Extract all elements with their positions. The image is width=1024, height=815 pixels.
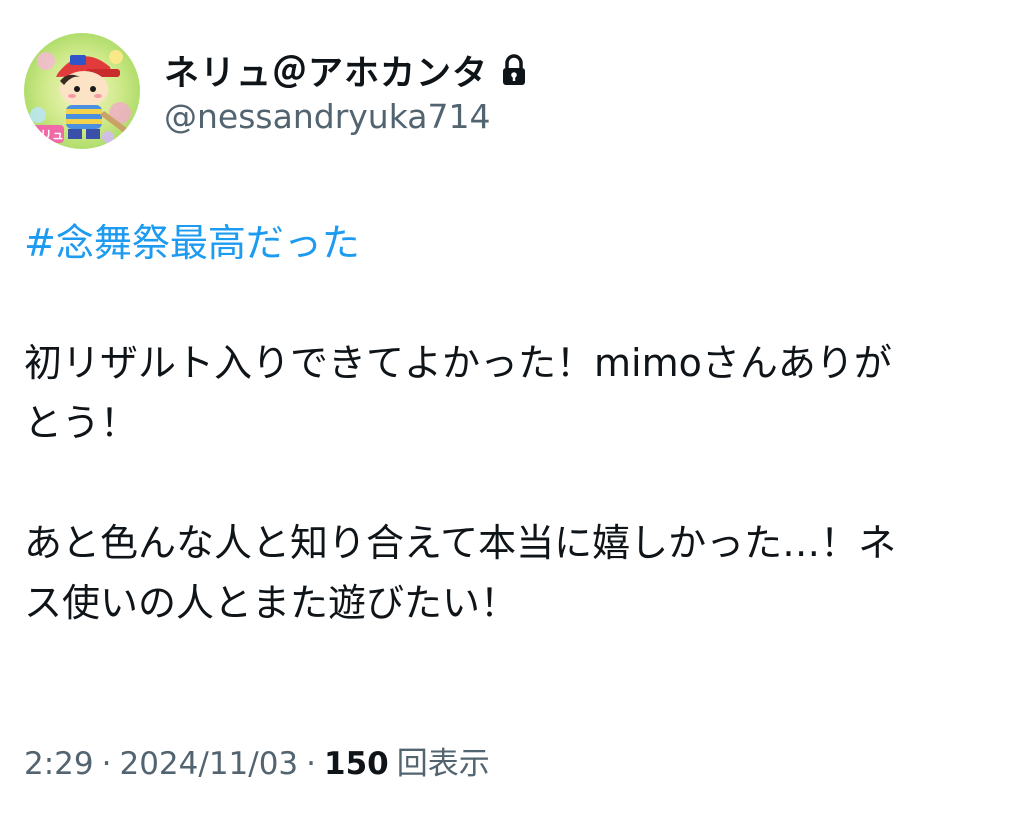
tweet-text-line: とう！: [24, 401, 139, 445]
tweet-date[interactable]: 2024/11/03: [119, 746, 298, 782]
user-handle[interactable]: @nessandryuka714: [164, 97, 528, 136]
user-names: ネリュ＠アホカンタ @nessandryuka714: [164, 47, 528, 136]
tweet: ネリュ ネリュ＠アホカンタ @nessandryuka714 #念舞祭最高だった: [0, 0, 1024, 815]
tweet-text-line: あと色んな人と知り合えて本当に嬉しかった…！ネ: [24, 521, 897, 565]
hashtag-link[interactable]: #念舞祭最高だった: [24, 221, 360, 265]
tweet-text-line: 初リザルト入りできてよかった！mimoさんありが: [24, 341, 892, 385]
lock-icon: [500, 53, 528, 88]
tweet-time[interactable]: 2:29: [24, 746, 94, 782]
tweet-text-line: ス使いの人とまた遊びたい！: [24, 581, 519, 625]
svg-text:ネリュ: ネリュ: [28, 128, 64, 142]
meta-separator: ·: [101, 746, 112, 782]
meta-separator: ·: [306, 746, 317, 782]
tweet-header: ネリュ ネリュ＠アホカンタ @nessandryuka714: [24, 33, 528, 149]
tweet-text: #念舞祭最高だった 初リザルト入りできてよかった！mimoさんありが とう！ あ…: [24, 213, 984, 633]
display-name-row: ネリュ＠アホカンタ: [164, 47, 528, 95]
view-label: 回表示: [396, 746, 490, 782]
character-avatar-icon: ネリュ: [24, 33, 140, 149]
view-count[interactable]: 150: [324, 746, 389, 782]
display-name[interactable]: ネリュ＠アホカンタ: [164, 45, 488, 96]
avatar[interactable]: ネリュ: [24, 33, 140, 149]
tweet-meta: 2:29 · 2024/11/03 · 150 回表示: [24, 738, 490, 783]
